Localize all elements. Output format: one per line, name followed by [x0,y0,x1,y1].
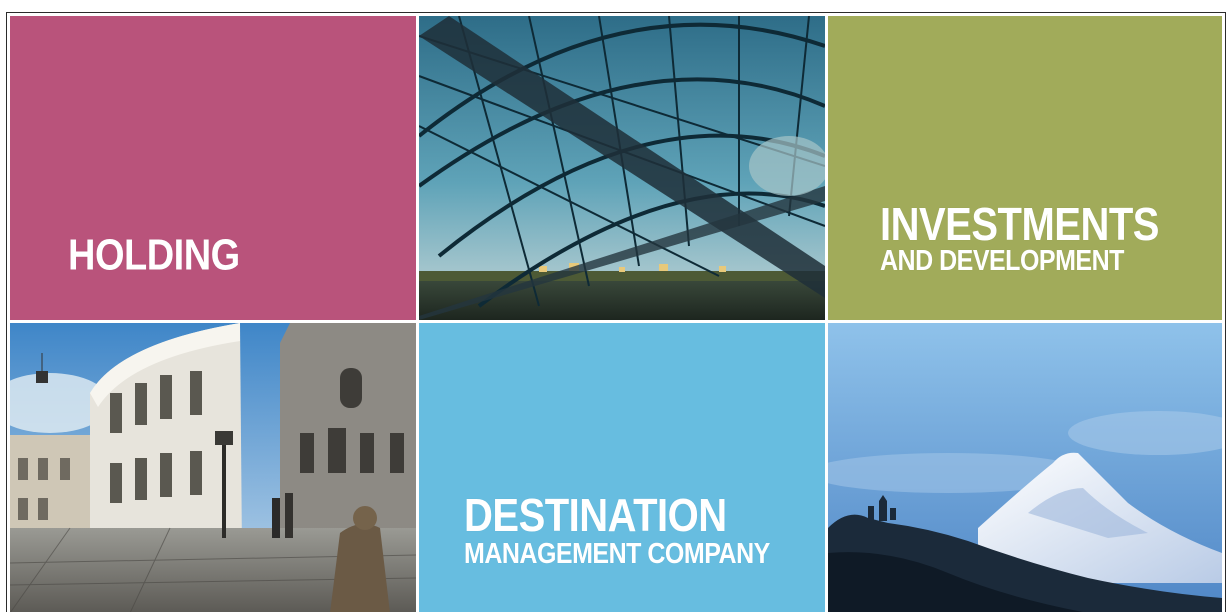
destination-tile[interactable]: DESTINATION MANAGEMENT COMPANY [419,323,825,612]
banner-frame: HOLDING INVESTMENTS AND DEVELOPMENT DEST… [6,12,1226,612]
investments-label: INVESTMENTS AND DEVELOPMENT [880,202,1159,276]
tile-grid: HOLDING INVESTMENTS AND DEVELOPMENT DEST… [10,16,1222,612]
destination-subtitle: MANAGEMENT COMPANY [464,537,770,571]
old-town-street-photo-icon [10,323,416,612]
destination-label: DESTINATION MANAGEMENT COMPANY [464,493,770,569]
holding-label: HOLDING [68,234,240,278]
investments-tile[interactable]: INVESTMENTS AND DEVELOPMENT [828,16,1222,320]
old-town-photo-tile[interactable] [10,323,416,612]
snowy-mountain-photo-icon [828,323,1222,612]
holding-title: HOLDING [68,231,240,280]
holding-tile[interactable]: HOLDING [10,16,416,320]
bridge-photo-tile[interactable] [419,16,825,320]
mountain-photo-tile[interactable] [828,323,1222,612]
glass-bridge-photo-icon [419,16,825,320]
investments-subtitle: AND DEVELOPMENT [880,244,1124,277]
destination-title: DESTINATION [464,490,727,542]
investments-title: INVESTMENTS [880,199,1159,251]
